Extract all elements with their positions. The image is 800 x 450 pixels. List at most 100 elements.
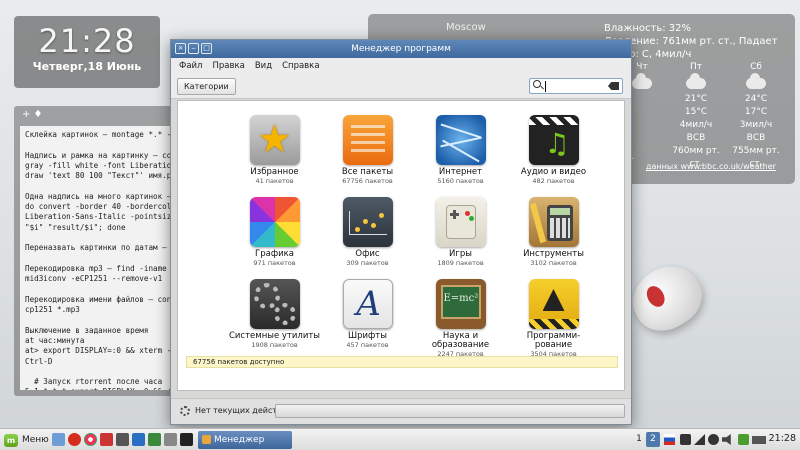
category-name: Шрифты bbox=[348, 331, 387, 341]
menu-button-label: Меню bbox=[22, 435, 49, 445]
weather-wind-dir: ВСВ bbox=[686, 133, 706, 143]
clock-date: Четверг,18 Июнь bbox=[32, 60, 142, 73]
category-count: 41 пакетов bbox=[255, 177, 294, 185]
taskbar-task-software-manager[interactable]: Менеджер програ... bbox=[198, 431, 292, 449]
category-count: 1908 пакетов bbox=[251, 341, 298, 349]
cloud-icon bbox=[632, 73, 652, 89]
system-tools-icon bbox=[249, 279, 300, 329]
category-name: Офис bbox=[355, 249, 380, 259]
toolbar: Категории bbox=[171, 75, 631, 99]
category-name: Игры bbox=[449, 249, 472, 259]
mail-icon[interactable] bbox=[100, 433, 113, 446]
category-name: Системные утилиты bbox=[228, 331, 321, 341]
calc-icon[interactable] bbox=[148, 433, 161, 446]
workspace-2[interactable]: 2 bbox=[646, 432, 660, 447]
camera-icon[interactable] bbox=[680, 434, 691, 445]
programming-icon bbox=[528, 279, 579, 329]
weather-source[interactable]: данных www.bbc.co.uk/weather bbox=[646, 162, 776, 171]
taskbar-clock[interactable]: 21:28 bbox=[769, 433, 796, 444]
weather-wind-speed: 3мил/ч bbox=[739, 120, 773, 130]
volume-icon[interactable] bbox=[722, 434, 731, 445]
weather-low: 17°C bbox=[744, 107, 768, 117]
desktop-clock-widget: 21:28 Четверг,18 Июнь bbox=[14, 16, 160, 88]
terminal-app-icon[interactable] bbox=[116, 433, 129, 446]
available-packages-bar: 67756 пакетов доступно bbox=[186, 356, 618, 368]
menu-button[interactable]: m Меню bbox=[4, 433, 49, 447]
keyboard-layout-flag-icon[interactable] bbox=[664, 434, 675, 445]
games-icon bbox=[435, 197, 486, 247]
show-desktop-icon[interactable] bbox=[52, 433, 65, 446]
category-name: Графика bbox=[255, 249, 294, 259]
category-favorites[interactable]: Избранное 41 пакетов bbox=[228, 115, 321, 191]
gear-icon bbox=[180, 406, 190, 416]
weather-day-fri: Пт 21°C 15°C 4мил/ч ВСВ 760мм рт. ст. bbox=[666, 62, 726, 171]
fonts-icon: A bbox=[342, 279, 393, 329]
taskbar: m Меню Менеджер програ... 1 2 21:28 bbox=[0, 428, 800, 450]
category-graphics[interactable]: Графика 971 пакетов bbox=[228, 197, 321, 273]
window-titlebar[interactable]: × ‒ □ Менеджер программ bbox=[171, 40, 631, 58]
category-name: Наука и образование bbox=[431, 331, 490, 350]
status-bar: Нет текущих действий bbox=[171, 398, 631, 424]
menubar: Файл Правка Вид Справка bbox=[171, 58, 631, 75]
weather-day-label: Пт bbox=[689, 62, 702, 72]
software-manager-window: × ‒ □ Менеджер программ Файл Правка Вид … bbox=[170, 39, 632, 425]
close-icon[interactable]: × bbox=[175, 43, 186, 54]
search-input[interactable] bbox=[529, 78, 623, 94]
category-count: 971 пакетов bbox=[253, 259, 296, 267]
weather-day-sat: Сб 24°C 17°C 3мил/ч ВСВ 755мм рт. ст. bbox=[726, 62, 786, 171]
minimize-icon[interactable]: ‒ bbox=[188, 43, 199, 54]
workspace-1[interactable]: 1 bbox=[632, 432, 646, 447]
notes-header[interactable]: + ♦ bbox=[14, 106, 184, 124]
mint-logo-icon: m bbox=[4, 433, 18, 447]
category-games[interactable]: Игры 1809 пакетов bbox=[414, 197, 507, 273]
menu-view[interactable]: Вид bbox=[255, 61, 272, 72]
category-name: Аудио и видео bbox=[520, 167, 587, 177]
updates-icon[interactable] bbox=[708, 434, 719, 445]
internet-icon bbox=[435, 115, 486, 165]
menu-help[interactable]: Справка bbox=[282, 61, 319, 72]
writer-icon[interactable] bbox=[132, 433, 145, 446]
progress-bar bbox=[275, 404, 625, 418]
battery-icon[interactable] bbox=[752, 436, 766, 444]
weather-source-link[interactable]: данных www.bbc.co.uk/weather bbox=[646, 162, 776, 171]
office-icon bbox=[342, 197, 393, 247]
categories-button[interactable]: Категории bbox=[177, 78, 236, 95]
category-office[interactable]: Офис 309 пакетов bbox=[321, 197, 414, 273]
category-audio-video[interactable]: ♫ Аудио и видео 482 пакетов bbox=[507, 115, 600, 191]
weather-high: 21°C bbox=[684, 94, 708, 104]
menu-edit[interactable]: Правка bbox=[212, 61, 244, 72]
category-name: Инструменты bbox=[523, 249, 584, 259]
files-icon[interactable] bbox=[164, 433, 177, 446]
category-system-tools[interactable]: Системные утилиты 1908 пакетов bbox=[228, 279, 321, 355]
maximize-icon[interactable]: □ bbox=[201, 43, 212, 54]
chrome-icon[interactable] bbox=[84, 433, 97, 446]
science-icon: E=mc² bbox=[435, 279, 486, 329]
notes-text[interactable]: Склейка картинок — montage *.* - Надпись… bbox=[20, 126, 180, 390]
weather-humidity: Влажность: 32% bbox=[604, 23, 692, 34]
category-internet[interactable]: Интернет 5160 пакетов bbox=[414, 115, 507, 191]
category-count: 5160 пакетов bbox=[437, 177, 484, 185]
category-name: Все пакеты bbox=[341, 167, 394, 177]
category-science-education[interactable]: E=mc² Наука и образование 2247 пакетов bbox=[414, 279, 507, 358]
wifi-icon[interactable] bbox=[694, 434, 705, 445]
opera-icon[interactable] bbox=[68, 433, 81, 446]
weather-high: 24°C bbox=[744, 94, 768, 104]
search-icon bbox=[533, 80, 541, 88]
terminal-icon[interactable] bbox=[180, 433, 193, 446]
all-packages-icon bbox=[342, 115, 393, 165]
clear-search-icon[interactable] bbox=[608, 82, 619, 90]
category-fonts[interactable]: A Шрифты 457 пакетов bbox=[321, 279, 414, 355]
graphics-icon bbox=[249, 197, 300, 247]
category-tools[interactable]: Инструменты 3102 пакетов bbox=[507, 197, 600, 273]
category-count: 67756 пакетов bbox=[342, 177, 393, 185]
weather-city: Moscow bbox=[446, 22, 486, 33]
weather-wind-dir: ВСВ bbox=[746, 133, 766, 143]
category-count: 3102 пакетов bbox=[530, 259, 577, 267]
audio-video-icon: ♫ bbox=[528, 115, 579, 165]
shield-icon[interactable] bbox=[738, 434, 749, 445]
category-programming[interactable]: Программи-рование 3504 пакетов bbox=[507, 279, 600, 358]
category-name: Программи-рование bbox=[526, 331, 581, 350]
category-grid: Избранное 41 пакетов Все пакеты 67756 па… bbox=[228, 115, 600, 358]
menu-file[interactable]: Файл bbox=[179, 61, 202, 72]
category-all-packages[interactable]: Все пакеты 67756 пакетов bbox=[321, 115, 414, 191]
